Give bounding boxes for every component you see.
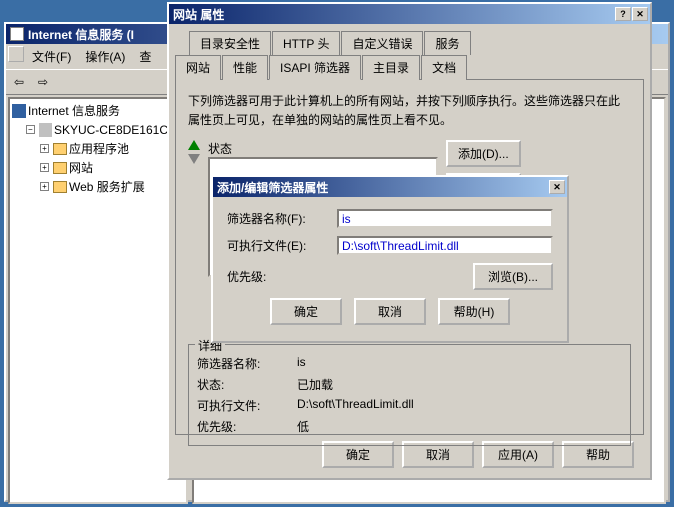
tab-website[interactable]: 网站: [175, 55, 221, 80]
props-title: 网站 属性: [173, 6, 615, 23]
detail-priority-label: 优先级:: [197, 418, 297, 435]
tree-item-websites[interactable]: + 网站: [12, 158, 184, 177]
filter-name-label: 筛选器名称(F):: [227, 210, 337, 227]
tree-item-label: Web 服务扩展: [69, 178, 145, 195]
menu-file[interactable]: 文件(F): [26, 46, 77, 67]
tree-root-label: Internet 信息服务: [28, 102, 120, 119]
detail-priority-value: 低: [297, 418, 309, 435]
expand-icon[interactable]: +: [40, 163, 49, 172]
tree-server[interactable]: − SKYUC-CE8DE161C(本: [12, 120, 184, 139]
sys-icon[interactable]: [8, 46, 24, 62]
tab-performance[interactable]: 性能: [222, 55, 268, 80]
description-text: 下列筛选器可用于此计算机上的所有网站，并按下列顺序执行。这些筛选器只在此属性页上…: [188, 92, 631, 130]
tab-http-headers[interactable]: HTTP 头: [272, 31, 340, 55]
add-button[interactable]: 添加(D)...: [446, 140, 521, 167]
detail-exe-label: 可执行文件:: [197, 397, 297, 414]
detail-status-value: 已加载: [297, 376, 333, 393]
tab-dir-security[interactable]: 目录安全性: [189, 31, 271, 55]
tree-item-label: 应用程序池: [69, 140, 129, 157]
props-titlebar: 网站 属性 ? ✕: [169, 4, 650, 24]
help-button[interactable]: ?: [615, 7, 631, 21]
detail-exe-value: D:\soft\ThreadLimit.dll: [297, 397, 414, 414]
tree-item-apppool[interactable]: + 应用程序池: [12, 139, 184, 158]
cancel-button[interactable]: 取消: [354, 298, 426, 325]
detail-filtername-value: is: [297, 355, 306, 372]
close-button[interactable]: ✕: [549, 180, 565, 194]
tree-panel[interactable]: Internet 信息服务 − SKYUC-CE8DE161C(本 + 应用程序…: [8, 97, 188, 504]
tab-service[interactable]: 服务: [424, 31, 470, 55]
detail-filtername-label: 筛选器名称:: [197, 355, 297, 372]
filter-name-input[interactable]: [337, 209, 553, 228]
expand-icon[interactable]: +: [40, 182, 49, 191]
tab-documents[interactable]: 文档: [421, 55, 467, 80]
back-button[interactable]: ⇦: [8, 72, 30, 92]
folder-icon: [53, 181, 67, 193]
executable-input[interactable]: [337, 236, 553, 255]
folder-icon: [53, 143, 67, 155]
addedit-titlebar: 添加/编辑筛选器属性 ✕: [213, 177, 567, 197]
menu-action[interactable]: 操作(A): [79, 46, 131, 67]
expand-icon[interactable]: +: [40, 144, 49, 153]
globe-icon: [12, 104, 26, 118]
tab-isapi-filters[interactable]: ISAPI 筛选器: [269, 55, 361, 80]
browse-button[interactable]: 浏览(B)...: [473, 263, 553, 290]
executable-label: 可执行文件(E):: [227, 237, 337, 254]
move-up-arrow[interactable]: [188, 140, 200, 150]
help-button[interactable]: 帮助(H): [438, 298, 510, 325]
tree-server-label: SKYUC-CE8DE161C(本: [54, 121, 184, 138]
move-down-arrow[interactable]: [188, 154, 200, 164]
reorder-controls: [188, 140, 200, 164]
server-icon: [39, 123, 52, 137]
tree-item-label: 网站: [69, 159, 93, 176]
priority-label: 优先级:: [227, 268, 337, 285]
tab-home-dir[interactable]: 主目录: [362, 55, 420, 80]
details-fieldset: 详细 筛选器名称:is 状态:已加载 可执行文件:D:\soft\ThreadL…: [188, 344, 631, 446]
ok-button[interactable]: 确定: [270, 298, 342, 325]
tab-custom-errors[interactable]: 自定义错误: [341, 31, 423, 55]
tree-root[interactable]: Internet 信息服务: [12, 101, 184, 120]
close-button[interactable]: ✕: [632, 7, 648, 21]
add-edit-filter-dialog: 添加/编辑筛选器属性 ✕ 筛选器名称(F): 可执行文件(E): 优先级: 浏览…: [211, 175, 569, 343]
tree-item-webext[interactable]: + Web 服务扩展: [12, 177, 184, 196]
forward-button[interactable]: ⇨: [32, 72, 54, 92]
detail-status-label: 状态:: [197, 376, 297, 393]
collapse-icon[interactable]: −: [26, 125, 35, 134]
col-status: 状态: [208, 140, 248, 157]
menu-view[interactable]: 查: [133, 46, 157, 67]
folder-icon: [53, 162, 67, 174]
app-icon: [10, 27, 24, 41]
addedit-title: 添加/编辑筛选器属性: [217, 179, 549, 196]
